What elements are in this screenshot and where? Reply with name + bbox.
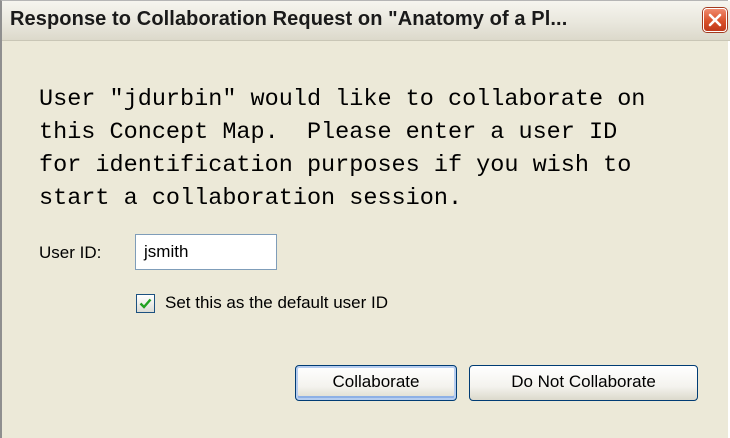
collaboration-dialog: Response to Collaboration Request on "An… [0, 0, 730, 438]
request-message: User "jdurbin" would like to collaborate… [39, 83, 729, 215]
checkmark-icon [139, 298, 152, 309]
collaborate-button[interactable]: Collaborate [295, 365, 457, 401]
dialog-title: Response to Collaboration Request on "An… [10, 8, 568, 30]
default-user-id-label[interactable]: Set this as the default user ID [165, 293, 388, 313]
user-id-input[interactable]: jsmith [135, 234, 277, 270]
default-user-id-checkbox[interactable] [136, 294, 155, 313]
close-icon[interactable] [703, 8, 727, 32]
message-line: User "jdurbin" would like to collaborate… [39, 86, 646, 113]
title-bar[interactable]: Response to Collaboration Request on "An… [2, 1, 730, 41]
message-line: for identification purposes if you wish … [39, 152, 632, 179]
do-not-collaborate-button[interactable]: Do Not Collaborate [469, 365, 698, 401]
message-line: start a collaboration session. [39, 185, 463, 212]
message-line: this Concept Map. Please enter a user ID [39, 119, 618, 146]
user-id-label: User ID: [39, 243, 102, 262]
